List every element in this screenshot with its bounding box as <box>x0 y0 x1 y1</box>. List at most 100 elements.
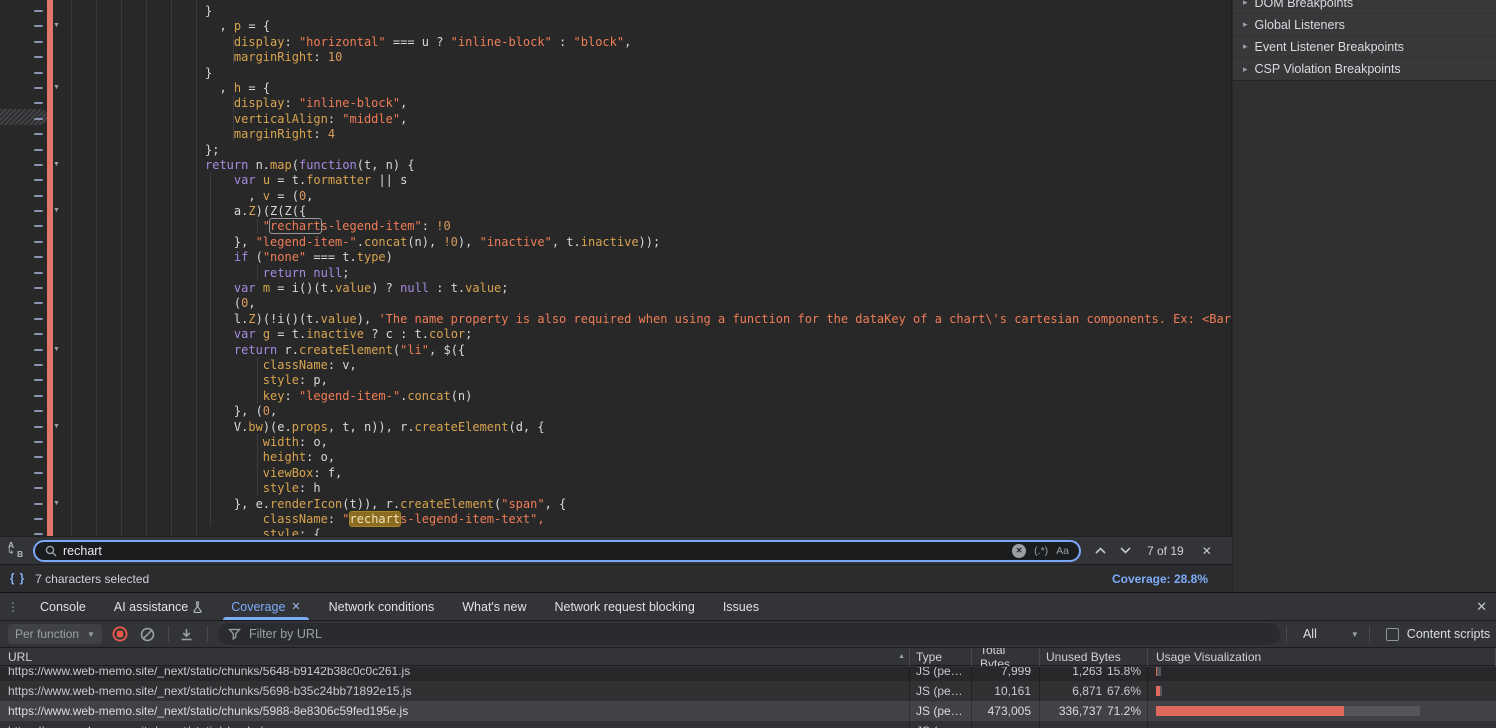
code-text: l.Z)(!i()(t.value), 'The name property i… <box>205 312 1232 326</box>
cell-url: https://www.web-memo.site/_next/static/c… <box>0 701 910 721</box>
code-line[interactable]: "recharts-legend-item": !0 <box>0 218 1232 233</box>
sidebar-section-label: Global Listeners <box>1255 18 1345 32</box>
code-line[interactable]: ▼ , p = { <box>0 18 1232 33</box>
drawer-menu-icon[interactable]: ⋮ <box>0 593 26 620</box>
chevron-down-icon: ▼ <box>1351 630 1359 639</box>
replace-toggle-icon[interactable]: A ↳ B <box>7 542 27 560</box>
code-line[interactable]: }, "legend-item-".concat(n), !0), "inact… <box>0 234 1232 249</box>
code-line[interactable]: ▼ return r.createElement("li", $({ <box>0 342 1232 357</box>
code-line[interactable]: marginRight: 4 <box>0 126 1232 141</box>
code-line[interactable]: width: o, <box>0 434 1232 449</box>
column-header-total-bytes[interactable]: Total Bytes <box>972 648 1040 666</box>
code-line[interactable]: ▼ , h = { <box>0 80 1232 95</box>
fold-arrow-icon[interactable]: ▼ <box>53 206 60 216</box>
table-row[interactable]: https://www.web-memo.site/_next/static/c… <box>0 667 1496 681</box>
clear-search-icon[interactable]: ✕ <box>1012 544 1026 558</box>
code-line[interactable]: ▼return n.map(function(t, n) { <box>0 157 1232 172</box>
code-line[interactable]: ▼ V.bw)(e.props, t, n)), r.createElement… <box>0 419 1232 434</box>
code-line[interactable]: style: p, <box>0 372 1232 387</box>
code-line[interactable]: viewBox: f, <box>0 465 1232 480</box>
code-line[interactable]: , v = (0, <box>0 188 1232 203</box>
line-marker <box>34 225 43 227</box>
sidebar-section-global-listeners[interactable]: ▸Global Listeners <box>1233 14 1496 36</box>
content-scripts-checkbox[interactable] <box>1386 628 1399 641</box>
table-row[interactable]: https://www.web-memo.site/_next/static/c… <box>0 701 1496 721</box>
match-case-toggle[interactable]: Aa <box>1056 545 1069 557</box>
fold-arrow-icon[interactable]: ▼ <box>53 499 60 509</box>
export-coverage-icon[interactable] <box>177 624 197 644</box>
pretty-print-icon[interactable]: { } <box>10 573 25 585</box>
tab-network-request-blocking[interactable]: Network request blocking <box>540 593 708 620</box>
code-line[interactable]: marginRight: 10 <box>0 49 1232 64</box>
tab-what-s-new[interactable]: What's new <box>448 593 540 620</box>
column-header-usage-visualization[interactable]: Usage Visualization <box>1148 648 1496 666</box>
code-line[interactable]: var m = i()(t.value) ? null : t.value; <box>0 280 1232 295</box>
column-header-unused-bytes[interactable]: Unused Bytes <box>1040 648 1148 666</box>
tab-network-conditions[interactable]: Network conditions <box>315 593 449 620</box>
fold-arrow-icon[interactable]: ▼ <box>53 83 60 93</box>
filter-placeholder: Filter by URL <box>249 627 322 641</box>
code-line[interactable]: ▼ }, e.renderIcon(t)), r.createElement("… <box>0 496 1232 511</box>
tab-ai-assistance[interactable]: AI assistance <box>100 593 217 620</box>
code-line[interactable]: className: "recharts-legend-item-text", <box>0 511 1232 526</box>
coverage-table-body: https://www.web-memo.site/_next/static/c… <box>0 667 1496 728</box>
table-row[interactable]: https://www.web-memo.site/_next/static/c… <box>0 681 1496 701</box>
code-line[interactable]: var g = t.inactive ? c : t.color; <box>0 326 1232 341</box>
coverage-scope-select[interactable]: Per function ▼ <box>8 624 102 644</box>
content-scripts-checkbox-group[interactable]: Content scripts <box>1386 627 1490 641</box>
tab-coverage[interactable]: Coverage✕ <box>217 593 314 620</box>
next-match-button[interactable] <box>1120 547 1131 554</box>
code-line[interactable]: display: "inline-block", <box>0 95 1232 110</box>
line-marker <box>34 487 43 489</box>
code-line[interactable]: var u = t.formatter || s <box>0 172 1232 187</box>
code-lines[interactable]: }▼ , p = { display: "horizontal" === u ?… <box>0 0 1232 536</box>
column-header-type[interactable]: Type <box>910 648 972 666</box>
type-filter-select[interactable]: All ▼ <box>1303 627 1359 641</box>
search-input-pill[interactable]: rechart ✕ (.*) Aa <box>33 540 1081 562</box>
code-text: display: "horizontal" === u ? "inline-bl… <box>205 35 631 49</box>
code-line[interactable]: return null; <box>0 265 1232 280</box>
code-text: , h = { <box>205 81 270 95</box>
code-line[interactable]: } <box>0 65 1232 80</box>
fold-arrow-icon[interactable]: ▼ <box>53 21 60 31</box>
line-marker <box>34 503 43 505</box>
sources-editor[interactable]: }▼ , p = { display: "horizontal" === u ?… <box>0 0 1232 536</box>
code-line[interactable]: style: h <box>0 480 1232 495</box>
coverage-percentage-link[interactable]: Coverage: 28.8% <box>1112 572 1208 586</box>
code-line[interactable]: key: "legend-item-".concat(n) <box>0 388 1232 403</box>
code-line[interactable]: display: "horizontal" === u ? "inline-bl… <box>0 34 1232 49</box>
fold-arrow-icon[interactable]: ▼ <box>53 345 60 355</box>
code-line[interactable]: (0, <box>0 295 1232 310</box>
code-line[interactable]: className: v, <box>0 357 1232 372</box>
previous-match-button[interactable] <box>1095 547 1106 554</box>
fold-arrow-icon[interactable]: ▼ <box>53 422 60 432</box>
code-line[interactable]: if ("none" === t.type) <box>0 249 1232 264</box>
code-line[interactable]: l.Z)(!i()(t.value), 'The name property i… <box>0 311 1232 326</box>
code-line[interactable]: height: o, <box>0 449 1232 464</box>
code-line[interactable]: verticalAlign: "middle", <box>0 111 1232 126</box>
close-search-icon[interactable]: ✕ <box>1202 544 1212 558</box>
tab-console[interactable]: Console <box>26 593 100 620</box>
tab-issues[interactable]: Issues <box>709 593 773 620</box>
code-line[interactable]: }; <box>0 142 1232 157</box>
table-row[interactable]: https://www.web-memo.site/_next/static/c… <box>0 721 1496 728</box>
code-line[interactable]: } <box>0 3 1232 18</box>
sidebar-section-csp-violation-breakpoints[interactable]: ▸CSP Violation Breakpoints <box>1233 58 1496 80</box>
regex-toggle[interactable]: (.*) <box>1034 545 1048 557</box>
sidebar-section-dom-breakpoints[interactable]: ▸DOM Breakpoints <box>1233 0 1496 14</box>
record-coverage-button[interactable] <box>110 624 130 644</box>
sidebar-section-event-listener-breakpoints[interactable]: ▸Event Listener Breakpoints <box>1233 36 1496 58</box>
close-tab-icon[interactable]: ✕ <box>291 600 300 613</box>
url-filter-input[interactable]: Filter by URL <box>218 623 1280 645</box>
search-input[interactable]: rechart <box>63 544 1012 558</box>
code-text: a.Z)(Z(Z({ <box>205 204 306 218</box>
code-line[interactable]: }, (0, <box>0 403 1232 418</box>
code-line[interactable]: ▼ a.Z)(Z(Z({ <box>0 203 1232 218</box>
clear-coverage-button[interactable] <box>138 624 158 644</box>
cell-unused-bytes <box>1040 721 1148 728</box>
code-line[interactable]: style: { <box>0 526 1232 536</box>
close-drawer-icon[interactable]: ✕ <box>1476 599 1487 615</box>
debugger-sidebar: ▸DOM Breakpoints▸Global Listeners▸Event … <box>1233 0 1496 592</box>
column-header-url[interactable]: URL ▲ <box>0 648 910 666</box>
fold-arrow-icon[interactable]: ▼ <box>53 160 60 170</box>
